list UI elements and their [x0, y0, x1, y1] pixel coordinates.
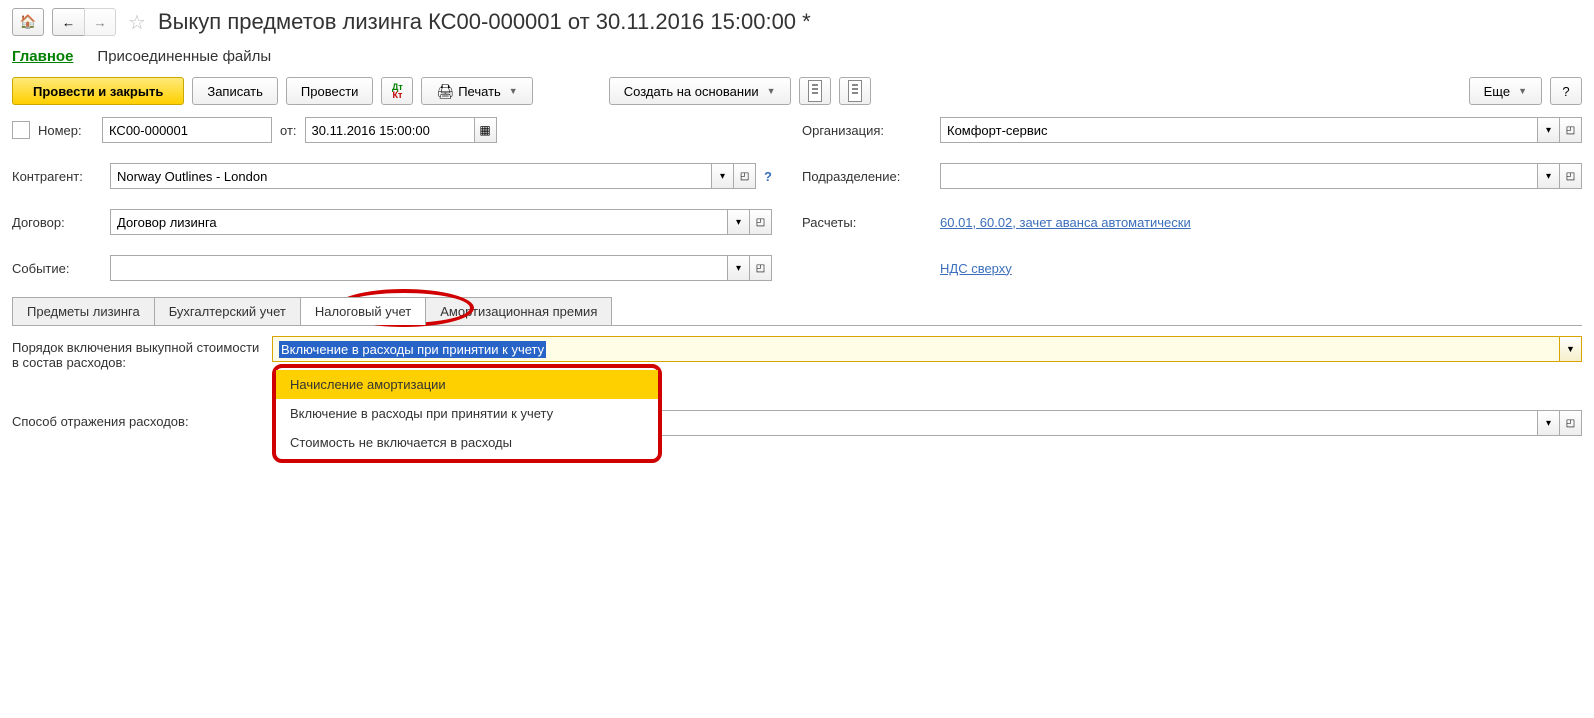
order-dropdown-menu: Начисление амортизации Включение в расхо… [272, 364, 662, 463]
order-option-3[interactable]: Стоимость не включается в расходы [276, 428, 658, 457]
division-label: Подразделение: [802, 169, 932, 184]
org-input[interactable] [940, 117, 1538, 143]
calculations-link[interactable]: 60.01, 60.02, зачет аванса автоматически [940, 215, 1191, 230]
event-dropdown-button[interactable]: ▾ [728, 255, 750, 281]
forward-button[interactable]: → [84, 8, 116, 36]
order-select[interactable]: Включение в расходы при принятии к учету [272, 336, 1560, 362]
caret-down-icon: ▼ [767, 86, 776, 96]
dtkt-icon: ДтКт [392, 83, 403, 99]
caret-down-icon: ▾ [1546, 125, 1551, 136]
event-input[interactable] [110, 255, 728, 281]
open-icon: ◰ [756, 263, 765, 274]
vat-link[interactable]: НДС сверху [940, 261, 1012, 276]
calendar-icon: ▦ [479, 123, 490, 137]
method-dropdown-button[interactable]: ▾ [1538, 410, 1560, 436]
order-label: Порядок включения выкупной стоимости в с… [12, 336, 262, 370]
caret-down-icon: ▼ [1518, 86, 1527, 96]
tab-leasing-items[interactable]: Предметы лизинга [12, 297, 155, 325]
division-open-button[interactable]: ◰ [1560, 163, 1582, 189]
open-icon: ◰ [1566, 171, 1575, 182]
print-button[interactable]: 🖨 Печать ▼ [421, 77, 532, 105]
arrow-right-icon: → [93, 15, 106, 30]
event-label: Событие: [12, 261, 102, 276]
document-icon [848, 80, 862, 102]
division-dropdown-button[interactable]: ▾ [1538, 163, 1560, 189]
caret-down-icon: ▾ [736, 263, 741, 274]
section-main[interactable]: Главное [12, 48, 73, 65]
order-option-2[interactable]: Включение в расходы при принятии к учету [276, 399, 658, 428]
home-icon: 🏠 [20, 14, 37, 30]
caret-down-icon: ▾ [1546, 171, 1551, 182]
order-selected-value: Включение в расходы при принятии к учету [279, 341, 546, 358]
open-icon: ◰ [1566, 125, 1575, 136]
from-label: от: [280, 123, 297, 138]
doc-mode-icon [12, 121, 30, 139]
caret-down-icon: ▾ [720, 171, 725, 182]
counterparty-dropdown-button[interactable]: ▾ [712, 163, 734, 189]
tab-depreciation-bonus[interactable]: Амортизационная премия [425, 297, 612, 325]
method-open-button[interactable]: ◰ [1560, 410, 1582, 436]
create-on-basis-button[interactable]: Создать на основании ▼ [609, 77, 791, 105]
date-picker-button[interactable]: ▦ [475, 117, 497, 143]
caret-down-icon: ▼ [1566, 344, 1575, 354]
counterparty-open-button[interactable]: ◰ [734, 163, 756, 189]
save-button[interactable]: Записать [192, 77, 278, 105]
method-label: Способ отражения расходов: [12, 410, 262, 429]
org-label: Организация: [802, 123, 932, 138]
print-label: Печать [458, 84, 501, 99]
event-open-button[interactable]: ◰ [750, 255, 772, 281]
contract-open-button[interactable]: ◰ [750, 209, 772, 235]
help-button[interactable]: ? [1550, 77, 1582, 105]
contract-input[interactable] [110, 209, 728, 235]
org-open-button[interactable]: ◰ [1560, 117, 1582, 143]
printer-icon: 🖨 [436, 83, 454, 100]
org-dropdown-button[interactable]: ▾ [1538, 117, 1560, 143]
more-label: Еще [1484, 84, 1510, 99]
home-button[interactable]: 🏠 [12, 8, 44, 36]
contract-dropdown-button[interactable]: ▾ [728, 209, 750, 235]
contract-label: Договор: [12, 215, 102, 230]
caret-down-icon: ▾ [1546, 418, 1551, 429]
tab-accounting[interactable]: Бухгалтерский учет [154, 297, 301, 325]
document-icon [808, 80, 822, 102]
doc-button-2[interactable] [839, 77, 871, 105]
create-on-basis-label: Создать на основании [624, 84, 759, 99]
doc-button-1[interactable] [799, 77, 831, 105]
counterparty-label: Контрагент: [12, 169, 102, 184]
page-title: Выкуп предметов лизинга КС00-000001 от 3… [158, 9, 811, 35]
arrow-left-icon: ← [62, 15, 75, 30]
post-and-close-button[interactable]: Провести и закрыть [12, 77, 184, 105]
open-icon: ◰ [1566, 418, 1575, 429]
more-button[interactable]: Еще ▼ [1469, 77, 1542, 105]
calculations-label: Расчеты: [802, 215, 932, 230]
number-input[interactable] [102, 117, 272, 143]
date-input[interactable] [305, 117, 475, 143]
caret-down-icon: ▾ [736, 217, 741, 228]
order-option-1[interactable]: Начисление амортизации [276, 370, 658, 399]
open-icon: ◰ [740, 171, 749, 182]
number-label: Номер: [38, 123, 94, 138]
star-icon[interactable]: ☆ [128, 10, 146, 35]
dtkt-button[interactable]: ДтКт [381, 77, 413, 105]
counterparty-help[interactable]: ? [764, 169, 772, 184]
open-icon: ◰ [756, 217, 765, 228]
back-button[interactable]: ← [52, 8, 84, 36]
division-input[interactable] [940, 163, 1538, 189]
post-button[interactable]: Провести [286, 77, 374, 105]
caret-down-icon: ▼ [509, 86, 518, 96]
order-dropdown-button[interactable]: ▼ [1560, 336, 1582, 362]
section-files[interactable]: Присоединенные файлы [97, 48, 271, 65]
tab-tax-accounting[interactable]: Налоговый учет [300, 297, 426, 325]
counterparty-input[interactable] [110, 163, 712, 189]
